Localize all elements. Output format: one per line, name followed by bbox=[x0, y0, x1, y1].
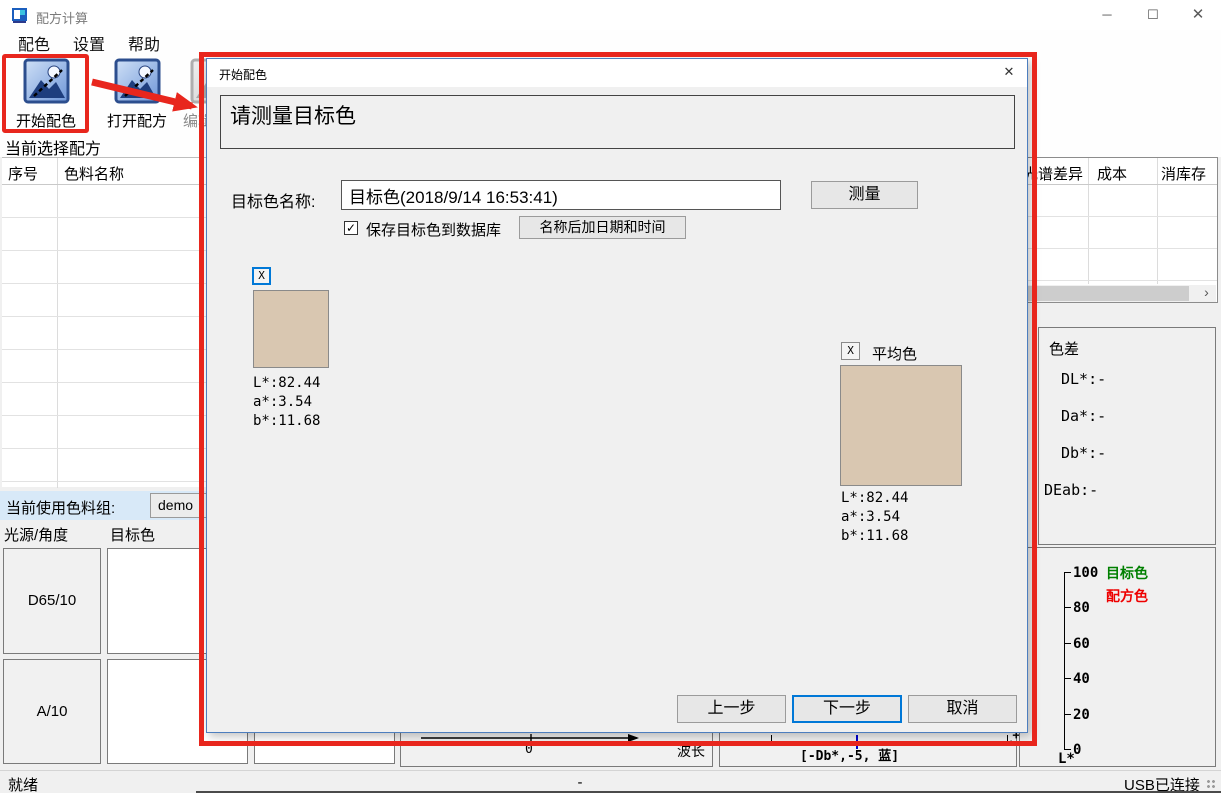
resize-grip[interactable] bbox=[1206, 779, 1216, 789]
y-axis-title: L* bbox=[1058, 751, 1075, 767]
lightness-chart: 100 80 60 40 20 0 L* 目标色 配方色 bbox=[1019, 547, 1216, 767]
window-title: 配方计算 bbox=[36, 8, 88, 27]
cancel-button[interactable]: 取消 bbox=[908, 695, 1017, 723]
y-axis-line bbox=[1064, 572, 1065, 749]
dialog-close-icon[interactable]: ✕ bbox=[999, 64, 1019, 82]
average-lab-values: L*:82.44 a*:3.54 b*:11.68 bbox=[841, 489, 908, 546]
open-recipe-button[interactable]: 打开配方 bbox=[95, 58, 179, 132]
axis-line bbox=[771, 742, 1008, 743]
da-value: Da*:- bbox=[1061, 407, 1106, 425]
minimize-button[interactable]: ─ bbox=[1086, 0, 1128, 30]
average-color-swatch bbox=[840, 365, 962, 486]
tick-mark bbox=[1064, 572, 1071, 573]
append-datetime-button[interactable]: 名称后加日期和时间 bbox=[519, 216, 686, 239]
legend-target-color: 目标色 bbox=[1106, 563, 1148, 583]
colorant-group-label: 当前使用色料组: bbox=[6, 497, 115, 518]
lab-b-value: b*:11.68 bbox=[841, 527, 908, 546]
scroll-right-button[interactable]: › bbox=[1198, 285, 1215, 302]
dialog-title-bar: 开始配色 ✕ bbox=[207, 59, 1027, 87]
column-divider bbox=[57, 158, 58, 488]
remove-sample-button[interactable]: X bbox=[252, 267, 271, 285]
dialog-title: 开始配色 bbox=[219, 66, 267, 83]
tick-mark bbox=[1064, 643, 1071, 644]
start-color-matching-dialog: 开始配色 ✕ 请测量目标色 目标色名称: 测量 ✓ 保存目标色到数据库 名称后加… bbox=[206, 58, 1028, 733]
next-button[interactable]: 下一步 bbox=[792, 695, 902, 723]
save-to-database-label: 保存目标色到数据库 bbox=[366, 219, 501, 240]
save-to-database-checkbox[interactable]: ✓ bbox=[344, 221, 358, 235]
color-difference-title: 色差 bbox=[1049, 338, 1079, 359]
lab-l-value: L*:82.44 bbox=[841, 489, 908, 508]
tick-mark bbox=[1064, 749, 1071, 750]
menu-settings[interactable]: 设置 bbox=[73, 34, 105, 58]
tick-mark bbox=[1064, 678, 1071, 679]
color-difference-panel: 色差 DL*:- Da*:- Db*:- DEab:- bbox=[1038, 327, 1216, 545]
measure-button[interactable]: 测量 bbox=[811, 181, 918, 209]
tick-mark bbox=[1064, 714, 1071, 715]
target-name-input[interactable] bbox=[341, 180, 781, 210]
dl-value: DL*:- bbox=[1061, 370, 1106, 388]
image-icon bbox=[114, 58, 161, 104]
title-bar: 配方计算 ─ ☐ ✕ bbox=[0, 0, 1221, 30]
legend-recipe-color: 配方色 bbox=[1106, 586, 1148, 606]
column-header-stock[interactable]: 消库存 bbox=[1161, 163, 1206, 184]
remove-average-button[interactable]: X bbox=[841, 342, 860, 360]
status-center: - bbox=[570, 774, 590, 791]
close-button[interactable]: ✕ bbox=[1177, 0, 1219, 30]
status-bar: 就绪 - USB已连接 bbox=[0, 770, 1221, 793]
column-header-index[interactable]: 序号 bbox=[8, 163, 38, 184]
lab-l-value: L*:82.44 bbox=[253, 374, 320, 393]
current-recipe-title: 当前选择配方 bbox=[5, 135, 101, 159]
db-axis-label: [-Db*,-5, 蓝] bbox=[800, 745, 899, 764]
lab-a-value: a*:3.54 bbox=[841, 508, 908, 527]
tick-label: 100 bbox=[1073, 565, 1098, 581]
column-header-cost[interactable]: 成本 bbox=[1097, 163, 1127, 184]
db-value: Db*:- bbox=[1061, 444, 1106, 462]
back-button[interactable]: 上一步 bbox=[677, 695, 786, 723]
column-header-colorant[interactable]: 色料名称 bbox=[64, 163, 124, 184]
column-header-spectral-diff[interactable]: 光谱差异 bbox=[1023, 163, 1083, 184]
start-color-matching-button[interactable]: 开始配色 bbox=[4, 58, 88, 132]
tick-label: 20 bbox=[1073, 707, 1090, 723]
menu-help[interactable]: 帮助 bbox=[128, 34, 160, 58]
illuminant-cell: A/10 bbox=[3, 659, 101, 764]
menu-color-matching[interactable]: 配色 bbox=[18, 34, 50, 58]
measured-color-swatch bbox=[253, 290, 329, 368]
column-divider bbox=[1157, 158, 1158, 284]
target-name-label: 目标色名称: bbox=[231, 188, 315, 212]
instruction-box: 请测量目标色 bbox=[220, 95, 1015, 149]
tick-mark bbox=[1064, 607, 1071, 608]
app-window: 配方计算 ─ ☐ ✕ 配色 设置 帮助 开始配色 打开配方 bbox=[0, 0, 1221, 793]
app-icon bbox=[11, 7, 28, 24]
x-axis-tick: 0 bbox=[525, 742, 533, 757]
maximize-button[interactable]: ☐ bbox=[1132, 0, 1174, 30]
toolbar-button-label: 开始配色 bbox=[4, 110, 88, 131]
column-header-target-color: 目标色 bbox=[110, 524, 155, 545]
deab-value: DEab:- bbox=[1044, 481, 1098, 499]
image-icon bbox=[23, 58, 70, 104]
sample-lab-values: L*:82.44 a*:3.54 b*:11.68 bbox=[253, 374, 320, 431]
lab-b-value: b*:11.68 bbox=[253, 412, 320, 431]
illuminant-cell: D65/10 bbox=[3, 548, 101, 654]
column-divider bbox=[1088, 158, 1089, 284]
x-axis-label: 波长 bbox=[677, 741, 705, 761]
status-ready: 就绪 bbox=[8, 774, 38, 793]
instruction-text: 请测量目标色 bbox=[230, 100, 356, 130]
column-header-illuminant: 光源/角度 bbox=[4, 524, 68, 545]
toolbar-button-label: 打开配方 bbox=[95, 110, 179, 131]
tick-label: 60 bbox=[1073, 636, 1090, 652]
tick-label: 80 bbox=[1073, 600, 1090, 616]
lab-a-value: a*:3.54 bbox=[253, 393, 320, 412]
axis-end-cap bbox=[771, 735, 772, 743]
average-color-label: 平均色 bbox=[872, 343, 917, 364]
tick-label: 40 bbox=[1073, 671, 1090, 687]
